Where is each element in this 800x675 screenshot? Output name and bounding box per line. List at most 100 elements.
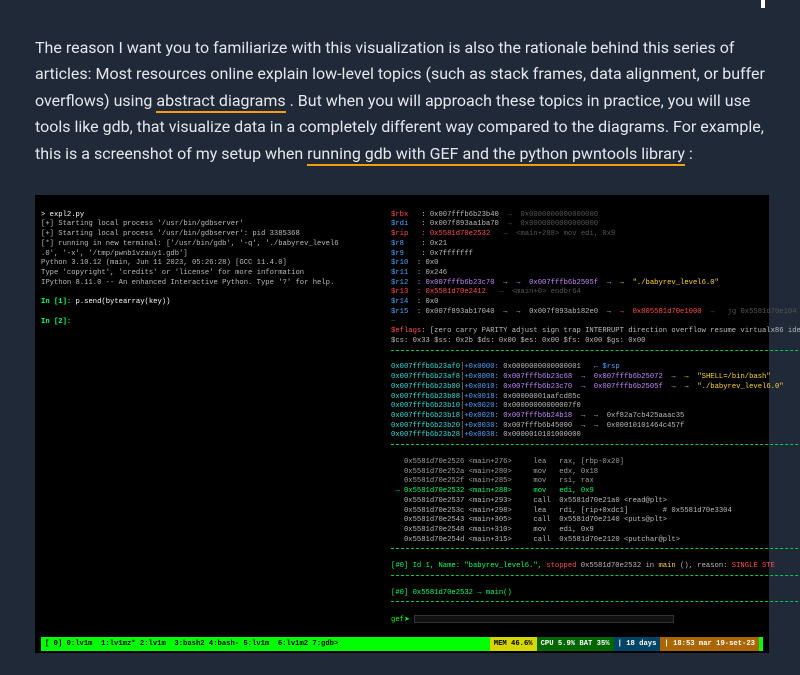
stack-deref: → 0x00010101464c457f <box>594 422 685 430</box>
ipython-input: p.send(bytearray(key)) <box>71 298 170 306</box>
code-addr: 0x5581d70e2537 <box>404 497 464 505</box>
stack-addr: 0x007fffb6b23b28 <box>391 431 460 439</box>
stack-addr: 0x007fffb6b23b08 <box>391 393 460 401</box>
reg-deref: → <main+288> mov edi, 0x9 <box>503 230 615 238</box>
code-sym: <main+288> <box>469 487 512 495</box>
reg-deref: → <main+0> endbr64 <box>499 288 581 296</box>
stack-val: 0x00000000000007f0 <box>503 402 581 410</box>
stack-val: 0x007fffb6b45000 <box>503 422 572 430</box>
reg-deref: → 0x005581d70e1000 <box>620 308 702 316</box>
ipython-line: IPython 8.11.0 -- An enhanced Interactiv… <box>41 279 334 287</box>
ipython-line: .0', '-x', '/tmp/pwnb1vzauy1.gdb'] <box>41 250 188 258</box>
code-addr: 0x5581d70e252f <box>404 477 464 485</box>
stack-val: 0x007fffb6b23c70 <box>503 383 572 391</box>
reg-val: : 0x007fffb6b23c70 <box>417 279 495 287</box>
reg-deref: → 0x007fffb6b2505f <box>516 279 598 287</box>
section-divider: threads <box>391 548 800 549</box>
code-op: mov edi, 0x9 <box>533 487 593 495</box>
reg-val: : 0x5581d70e2412 <box>417 288 486 296</box>
abstract-diagrams-link[interactable]: abstract diagrams <box>156 91 285 113</box>
article-text-3: : <box>689 144 693 163</box>
reg-val: : 0x21 <box>421 240 447 248</box>
reg-val: : 0x007f893ab17040 <box>417 308 495 316</box>
ipython-line: Python 3.10.12 (main, Jun 11 2023, 05:26… <box>41 259 287 267</box>
code-addr: 0x5581d70e2548 <box>404 526 464 534</box>
code-sym: <main+276> <box>469 458 512 466</box>
eflags-label: $eflags <box>391 327 421 335</box>
reg-name: $rip <box>391 230 408 238</box>
reg-val: : 0x0 <box>417 298 439 306</box>
ipython-line: [+] Starting local process '/usr/bin/gdb… <box>41 230 300 238</box>
stack-addr: 0x007fffb6b23af8 <box>391 373 460 381</box>
stack-val: 0x00000001aafcd85c <box>503 393 581 401</box>
code-addr: 0x5581d70e254d <box>404 536 464 544</box>
stack-str: → "SHELL=/bin/bash" <box>684 373 770 381</box>
text-cursor <box>761 0 765 8</box>
stack-addr: 0x007fffb6b23af0 <box>391 363 460 371</box>
status-mem: MEM 46.6% <box>490 637 537 651</box>
ipython-prompt: In [1]: <box>41 298 71 306</box>
thread-info: [#0] Id 1, Name: "babyrev_level6.", <box>391 562 546 570</box>
reg-str: → "./babyrev_level6.0" <box>620 279 719 287</box>
reg-deref: → 0x0000000000000000 <box>508 220 599 228</box>
code-op: mov edx, 0x18 <box>533 468 598 476</box>
stack-addr: 0x007fffb6b23b10 <box>391 402 460 410</box>
thread-reason: SINGLE STE <box>732 562 775 570</box>
reg-name: $rbx <box>391 211 408 219</box>
tmux-statusbar: [ 0] 0:lv1m 1:lv1mz* 2:lv1m 3:bash2 4:ba… <box>41 637 763 651</box>
reg-val: : 0x5581d70e2532 <box>421 230 490 238</box>
article-paragraph: The reason I want you to familiarize wit… <box>35 35 765 167</box>
reg-name: $r8 <box>391 240 408 248</box>
ipython-pane: > expl2.py [+] Starting local process '/… <box>41 201 391 635</box>
thread-func: main <box>658 562 675 570</box>
gdb-gef-link[interactable]: running gdb with GEF and the python pwnt… <box>307 144 685 166</box>
stack-deref: → 0x007fffb6b25072 <box>581 373 663 381</box>
stack-addr: 0x007fffb6b23b18 <box>391 412 460 420</box>
stack-addr: 0x007fffb6b23b20 <box>391 422 460 430</box>
code-op: call 0x5581d70e2140 <puts@plt> <box>533 516 667 524</box>
thread-stopped: stopped <box>546 562 576 570</box>
segment-regs: $cs: 0x33 $ss: 0x2b $ds: 0x00 $es: 0x00 … <box>391 337 645 345</box>
ipython-line: > expl2.py <box>41 211 84 219</box>
stack-off: +0x0000: <box>464 363 499 371</box>
section-divider: trace <box>391 575 800 576</box>
gef-pane: $rbx : 0x007fffb6b23b40 → 0x000000000000… <box>391 201 800 635</box>
thread-reason-label: (), reason: <box>676 562 732 570</box>
reg-deref: → jg 0x5581d70e104 <box>710 308 796 316</box>
stack-deref: → 0x007fffb6b2505f <box>581 383 663 391</box>
stack-str: → "./babyrev_level6.0" <box>684 383 783 391</box>
code-op: mov rsi, rax <box>533 477 593 485</box>
reg-val: : 0x246 <box>417 269 447 277</box>
status-clock: | 18:53 mar 19-set-23 <box>660 637 759 651</box>
ipython-line: [*] running in new terminal: ['/usr/bin/… <box>41 240 339 248</box>
reg-val: : 0x007f893aa1ba70 <box>421 220 499 228</box>
code-op: lea rdi, [rip+0xdc1] # 0x5581d70e3304 <box>533 507 731 515</box>
reg-val: : 0x7fffffff <box>421 250 473 258</box>
code-op: lea rax, [rbp-0x20] <box>533 458 624 466</box>
reg-name: $r13 <box>391 288 408 296</box>
stack-off: +0x0028: <box>464 412 499 420</box>
section-divider <box>391 601 800 602</box>
stack-val: 0x0000010101000000 <box>503 431 581 439</box>
code-sym: <main+285> <box>469 477 512 485</box>
code-sym: <main+305> <box>469 516 512 524</box>
section-divider: code:x86:64 <box>391 444 800 445</box>
reg-name: $r15 <box>391 308 408 316</box>
stack-val: 0x007fffb6b24b18 <box>503 412 572 420</box>
code-op: call 0x5581d70e21a0 <read@plt> <box>533 497 667 505</box>
code-sym: <main+280> <box>469 468 512 476</box>
reg-name: $r9 <box>391 250 408 258</box>
ipython-line: Type 'copyright', 'credits' or 'license'… <box>41 269 304 277</box>
gef-prompt: gef➤ <box>391 616 414 624</box>
code-sym: <main+310> <box>469 526 512 534</box>
gef-input[interactable] <box>414 615 674 623</box>
reg-name: $rdi <box>391 220 408 228</box>
reg-name: $r11 <box>391 269 408 277</box>
code-op: mov edi, 0x9 <box>533 526 593 534</box>
ipython-prompt: In [2]: <box>41 318 71 326</box>
stack-off: +0x0020: <box>464 402 499 410</box>
reg-val: : 0x007fffb6b23b40 <box>421 211 499 219</box>
code-op: call 0x5581d70e2120 <putchar@plt> <box>533 536 680 544</box>
eflags-body: : [zero carry PARITY adjust sign trap IN… <box>421 327 800 335</box>
stack-ptr: ← $rsp <box>594 363 620 371</box>
